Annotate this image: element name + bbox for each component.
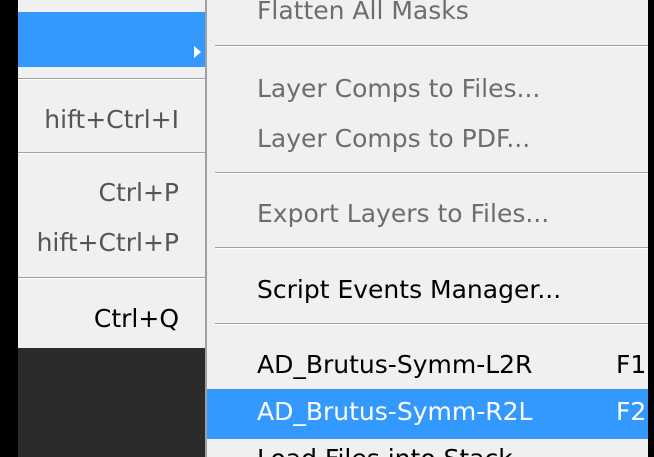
menu-separator bbox=[18, 152, 205, 154]
menu-separator bbox=[215, 45, 648, 47]
menu-separator bbox=[18, 277, 205, 279]
submenu-item-script-events-manager[interactable]: Script Events Manager... bbox=[257, 275, 561, 304]
menu-separator bbox=[215, 247, 648, 249]
submenu-item-layer-comps-to-files[interactable]: Layer Comps to Files... bbox=[257, 74, 540, 103]
submenu-item-brutus-symm-r2l[interactable]: AD_Brutus-Symm-R2L bbox=[257, 397, 532, 426]
menu-item-scripts-highlighted[interactable] bbox=[18, 12, 205, 67]
submenu-item-brutus-symm-l2r[interactable]: AD_Brutus-Symm-L2R bbox=[257, 350, 532, 379]
submenu-item-load-files-into-stack[interactable]: Load Files into Stack... bbox=[257, 444, 537, 457]
menu-separator bbox=[18, 78, 205, 80]
menu-separator bbox=[215, 172, 648, 174]
scripts-submenu: Flatten All Masks Layer Comps to Files..… bbox=[205, 0, 648, 457]
submenu-item-shortcut: F1 bbox=[616, 350, 647, 379]
submenu-item-shortcut: F2 bbox=[616, 397, 647, 426]
submenu-item-export-layers-to-files[interactable]: Export Layers to Files... bbox=[257, 199, 549, 228]
submenu-arrow-icon bbox=[194, 46, 201, 58]
menu-item-shortcut[interactable]: Ctrl+Q bbox=[94, 304, 179, 333]
workspace-background bbox=[18, 348, 205, 457]
menu-item-shortcut[interactable]: Ctrl+P bbox=[98, 178, 179, 207]
submenu-item-flatten-all-masks[interactable]: Flatten All Masks bbox=[257, 0, 469, 25]
submenu-item-brutus-symm-r2l-highlighted[interactable]: AD_Brutus-Symm-R2L F2 bbox=[207, 389, 648, 439]
parent-menu: hift+Ctrl+I Ctrl+P hift+Ctrl+P Ctrl+Q bbox=[18, 0, 205, 348]
window-edge-left bbox=[0, 0, 18, 457]
submenu-item-layer-comps-to-pdf[interactable]: Layer Comps to PDF... bbox=[257, 124, 530, 153]
menu-separator bbox=[215, 323, 648, 325]
menu-item-shortcut[interactable]: hift+Ctrl+P bbox=[37, 228, 179, 257]
window-edge-right bbox=[648, 0, 654, 457]
menu-item-shortcut[interactable]: hift+Ctrl+I bbox=[44, 105, 179, 134]
